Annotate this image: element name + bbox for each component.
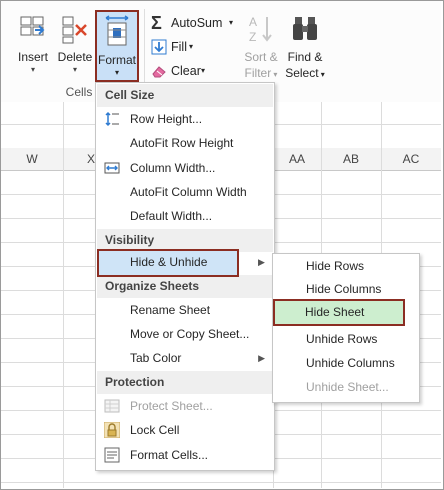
eraser-icon	[152, 66, 166, 78]
menu-item-default-width[interactable]: Default Width...	[97, 204, 273, 228]
menu-item-rename-sheet[interactable]: Rename Sheet	[97, 298, 273, 322]
hide-columns-label: Hide Columns	[306, 282, 382, 296]
insert-label: Insert	[17, 50, 48, 64]
fill-button[interactable]: Fill ▾	[151, 37, 211, 57]
submenu-item-unhide-rows[interactable]: Unhide Rows	[274, 327, 418, 351]
row-height-icon	[105, 111, 119, 127]
hide-unhide-submenu: Hide Rows Hide Columns Unhide Rows Unhid…	[272, 253, 420, 403]
menu-item-autofit-row-height[interactable]: AutoFit Row Height	[97, 131, 273, 155]
column-width-label: Column Width...	[130, 161, 216, 175]
delete-button[interactable]: Delete ▾	[55, 9, 95, 81]
unhide-rows-label: Unhide Rows	[306, 332, 378, 346]
gridline	[1, 482, 441, 483]
find-select-label-1: Find &	[287, 50, 323, 64]
chevron-down-icon: ▾	[271, 70, 278, 79]
protect-sheet-icon	[104, 399, 120, 413]
delete-label: Delete	[57, 50, 93, 64]
autofit-row-height-label: AutoFit Row Height	[130, 136, 234, 150]
find-select-button[interactable]: Find & Select ▾	[283, 9, 327, 85]
format-button[interactable]: Format ▾	[95, 10, 139, 82]
unhide-sheet-label: Unhide Sheet...	[306, 380, 389, 394]
default-width-label: Default Width...	[130, 209, 213, 223]
lock-icon	[104, 422, 120, 438]
insert-button[interactable]: Insert ▾	[13, 9, 53, 81]
row-height-label: Row Height...	[130, 112, 203, 126]
section-cell-size: Cell Size	[97, 84, 273, 107]
column-header-ac[interactable]: AC	[381, 148, 441, 170]
autosum-button[interactable]: Σ AutoSum ▾	[151, 13, 237, 33]
section-protection: Protection	[97, 371, 273, 394]
chevron-down-icon: ▾	[30, 65, 35, 74]
hide-rows-label: Hide Rows	[306, 259, 365, 273]
submenu-item-hide-columns[interactable]: Hide Columns	[274, 277, 418, 301]
svg-text:Z: Z	[249, 30, 256, 44]
gridline	[63, 102, 64, 488]
sort-az-icon: A Z	[249, 15, 272, 44]
sort-filter-label-2: Filter	[244, 66, 272, 80]
sort-filter-button[interactable]: A Z Sort & Filter ▾	[239, 9, 283, 85]
clear-label: Clear	[171, 64, 201, 78]
menu-item-protect-sheet[interactable]: Protect Sheet...	[97, 394, 273, 418]
chevron-down-icon: ▾	[114, 68, 119, 77]
protect-sheet-label: Protect Sheet...	[130, 399, 213, 413]
chevron-down-icon: ▾	[229, 18, 234, 27]
column-header-aa[interactable]: AA	[273, 148, 321, 170]
menu-item-column-width[interactable]: Column Width...	[97, 156, 273, 180]
chevron-down-icon: ▾	[72, 65, 77, 74]
format-label: Format	[97, 53, 136, 67]
section-organize-sheets: Organize Sheets	[97, 275, 273, 298]
sigma-icon: Σ	[151, 13, 162, 33]
menu-item-autofit-column-width[interactable]: AutoFit Column Width	[97, 180, 273, 204]
fill-down-icon	[151, 39, 167, 55]
menu-item-lock-cell[interactable]: Lock Cell	[97, 418, 273, 442]
chevron-down-icon: ▾	[318, 70, 325, 79]
column-header-w[interactable]: W	[1, 148, 63, 170]
menu-item-row-height[interactable]: Row Height...	[97, 107, 273, 131]
unhide-columns-label: Unhide Columns	[306, 356, 395, 370]
autofit-column-width-label: AutoFit Column Width	[130, 185, 247, 199]
find-select-label-2: Select	[285, 66, 319, 80]
svg-text:A: A	[249, 15, 257, 29]
lock-cell-label: Lock Cell	[130, 423, 180, 437]
format-cells-dialog-icon	[104, 447, 120, 463]
clear-button[interactable]: Clear ▾	[151, 61, 211, 81]
menu-item-move-copy-sheet[interactable]: Move or Copy Sheet...	[97, 322, 273, 346]
binoculars-icon	[293, 17, 317, 40]
menu-item-hide-unhide[interactable]: Hide & Unhide	[97, 249, 239, 277]
submenu-arrow-icon: ▶	[258, 257, 265, 267]
delete-cells-icon	[62, 16, 87, 44]
format-cells-label: Format Cells...	[130, 448, 209, 462]
submenu-item-unhide-sheet[interactable]: Unhide Sheet...	[274, 375, 418, 399]
chevron-down-icon: ▾	[201, 66, 206, 75]
column-header-x[interactable]: X	[63, 148, 97, 170]
sort-filter-label-1: Sort &	[244, 50, 278, 64]
menu-item-tab-color[interactable]: Tab Color ▶	[97, 346, 273, 370]
column-width-icon	[104, 162, 120, 174]
hide-unhide-label: Hide & Unhide	[130, 255, 208, 269]
submenu-item-unhide-columns[interactable]: Unhide Columns	[274, 351, 418, 375]
submenu-item-hide-sheet[interactable]: Hide Sheet	[273, 299, 405, 326]
cells-group-label: Cells	[65, 85, 93, 99]
hide-sheet-label: Hide Sheet	[305, 305, 365, 319]
format-cells-icon	[105, 15, 129, 46]
rename-sheet-label: Rename Sheet	[130, 303, 211, 317]
submenu-item-hide-rows[interactable]: Hide Rows	[274, 254, 418, 278]
insert-cells-icon	[20, 16, 45, 36]
menu-item-format-cells[interactable]: Format Cells...	[97, 443, 273, 467]
submenu-arrow-icon: ▶	[258, 353, 265, 363]
chevron-down-icon: ▾	[189, 42, 194, 51]
move-copy-sheet-label: Move or Copy Sheet...	[130, 327, 250, 341]
autosum-label: AutoSum	[171, 16, 223, 30]
fill-label: Fill	[171, 40, 187, 54]
column-header-ab[interactable]: AB	[321, 148, 381, 170]
tab-color-label: Tab Color	[130, 351, 182, 365]
